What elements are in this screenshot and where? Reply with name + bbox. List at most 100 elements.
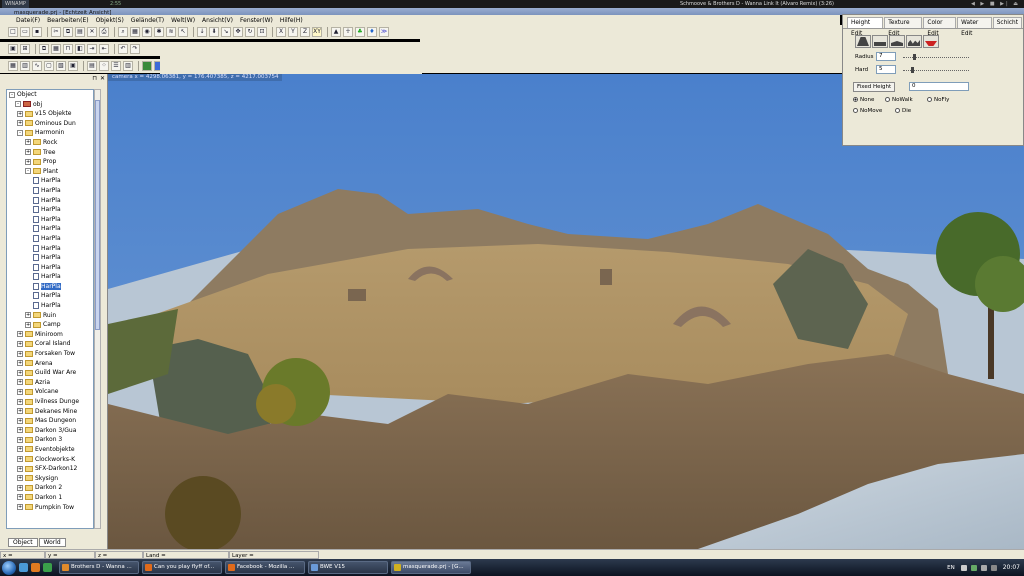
expand-icon[interactable]: + [17, 417, 23, 424]
tree-folder[interactable]: + Azria [7, 378, 93, 388]
object-select-icon[interactable]: ▣ [8, 44, 18, 54]
tree-folder[interactable]: + Arena [7, 359, 93, 369]
object-link-icon[interactable]: ⊞ [20, 44, 30, 54]
tree-folder[interactable]: + Clockworks-K [7, 455, 93, 465]
tree-scrollbar[interactable] [94, 89, 101, 529]
print-icon[interactable]: ⎙ [99, 27, 109, 37]
object-tree[interactable]: - Object - obj + v15 Objekte + Ominous Dun - Ha… [6, 89, 94, 529]
walk-icon[interactable]: ☥ [343, 27, 353, 37]
menu-item[interactable]: Ansicht(V) [202, 17, 233, 24]
water-icon[interactable]: ♦ [367, 27, 377, 37]
tree-folder[interactable]: + Eventobjekte [7, 445, 93, 455]
view-dots-icon[interactable]: ⁘ [99, 61, 109, 71]
tab-world[interactable]: World [38, 538, 66, 547]
tree-folder[interactable]: + Mas Dungeon [7, 416, 93, 426]
radio-none[interactable]: None [853, 97, 874, 103]
expand-icon[interactable]: + [17, 331, 23, 338]
radius-input[interactable]: 7 [876, 52, 896, 61]
tree-node-obj[interactable]: - obj [7, 100, 93, 110]
radius-slider[interactable] [903, 54, 969, 62]
axis-y-button[interactable]: Y [288, 27, 298, 37]
new-file-icon[interactable]: □ [8, 27, 18, 37]
pin-icon[interactable]: ⊓ [92, 75, 97, 82]
axis-xy-button[interactable]: XY [312, 27, 322, 37]
tree-leaf[interactable]: HarPla [7, 205, 93, 215]
fixed-height-input[interactable]: 0 [909, 82, 969, 91]
wind-icon[interactable]: ≫ [379, 27, 389, 37]
arrow-drop-icon[interactable]: ⬇ [209, 27, 219, 37]
tree-leaf[interactable]: HarPla [7, 186, 93, 196]
radio-die[interactable]: Die [895, 108, 911, 114]
expand-icon[interactable]: + [17, 436, 23, 443]
expand-icon[interactable]: + [25, 139, 31, 146]
brush-noise-icon[interactable] [906, 35, 922, 48]
tree-root[interactable]: - Object [7, 90, 93, 100]
expand-icon[interactable]: + [17, 504, 23, 511]
tree-folder[interactable]: + Volcane [7, 387, 93, 397]
undo-icon[interactable]: ↶ [118, 44, 128, 54]
tree-leaf[interactable]: HarPla [7, 263, 93, 273]
winamp-logo[interactable]: WINAMP [2, 0, 29, 8]
paste-icon[interactable]: ▤ [75, 27, 85, 37]
tray-arrow-icon[interactable] [960, 564, 967, 571]
menu-item[interactable]: Gelände(T) [131, 17, 164, 24]
redo-icon[interactable]: ↷ [130, 44, 140, 54]
open-folder-icon[interactable]: ▭ [20, 27, 30, 37]
expand-icon[interactable]: + [25, 158, 31, 165]
start-button[interactable] [2, 560, 16, 575]
menu-item[interactable]: Hilfe(H) [280, 17, 303, 24]
save-icon[interactable]: ▪ [32, 27, 42, 37]
expand-icon[interactable]: + [17, 350, 23, 357]
quicklaunch-firefox-icon[interactable] [31, 563, 40, 572]
brush-flatten-icon[interactable] [872, 35, 888, 48]
expand-icon[interactable]: + [17, 475, 23, 482]
camera-icon[interactable]: ◉ [142, 27, 152, 37]
tree-folder[interactable]: + Prop [7, 157, 93, 167]
expand-icon[interactable]: + [17, 456, 23, 463]
collapse-icon[interactable]: - [25, 168, 31, 175]
tree-folder[interactable]: + Guild War Are [7, 368, 93, 378]
tree-folder[interactable]: - Harmonin [7, 128, 93, 138]
light-icon[interactable]: ✱ [154, 27, 164, 37]
move-icon[interactable]: ✥ [233, 27, 243, 37]
view-table-icon[interactable]: ▤ [87, 61, 97, 71]
export-icon[interactable]: ⇥ [87, 44, 97, 54]
select-icon[interactable]: ↘ [221, 27, 231, 37]
import-icon[interactable]: ⇤ [99, 44, 109, 54]
collapse-icon[interactable]: - [15, 101, 21, 108]
view-curve-icon[interactable]: ∿ [32, 61, 42, 71]
menu-item[interactable]: Datei(F) [16, 17, 40, 24]
tab-color-edit[interactable]: Color Edit [923, 17, 957, 37]
radio-nowalk[interactable]: NoWalk [885, 97, 913, 103]
hard-input[interactable]: 5 [876, 65, 896, 74]
expand-icon[interactable]: + [17, 120, 23, 127]
tree-folder[interactable]: + Skysign [7, 474, 93, 484]
tree-leaf[interactable]: HarPla [7, 234, 93, 244]
tree-folder[interactable]: + Rock [7, 138, 93, 148]
hard-slider[interactable] [903, 67, 969, 75]
expand-icon[interactable]: + [17, 484, 23, 491]
taskbar-task[interactable]: Brothers D - Wanna ... [59, 561, 139, 574]
tree-green-icon[interactable]: ♣ [355, 27, 365, 37]
tree-folder[interactable]: + Ruin [7, 311, 93, 321]
expand-icon[interactable]: + [17, 408, 23, 415]
view-box-icon[interactable]: ▣ [68, 61, 78, 71]
collapse-icon[interactable]: - [9, 91, 15, 98]
lock-icon[interactable]: ⊓ [63, 44, 73, 54]
tree-folder[interactable]: + Dekanes Mine [7, 407, 93, 417]
tab-water-edit[interactable]: Water Edit [957, 17, 992, 37]
scrollbar-thumb[interactable] [95, 100, 100, 330]
radius-slider-knob[interactable] [913, 54, 916, 60]
tree-folder[interactable]: + v15 Objekte [7, 109, 93, 119]
fixed-height-button[interactable]: Fixed Height [853, 82, 896, 92]
tree-folder[interactable]: + Darkon 3/Gua [7, 426, 93, 436]
fog-icon[interactable]: ≋ [166, 27, 176, 37]
tab-object[interactable]: Object [8, 538, 38, 547]
tree-folder[interactable]: + Tree [7, 148, 93, 158]
axis-x-button[interactable]: X [276, 27, 286, 37]
view-list-icon[interactable]: ☰ [111, 61, 121, 71]
expand-icon[interactable]: + [17, 388, 23, 395]
axis-z-button[interactable]: Z [300, 27, 310, 37]
radio-nomove[interactable]: NoMove [853, 108, 882, 114]
tree-folder[interactable]: + Darkon 2 [7, 483, 93, 493]
